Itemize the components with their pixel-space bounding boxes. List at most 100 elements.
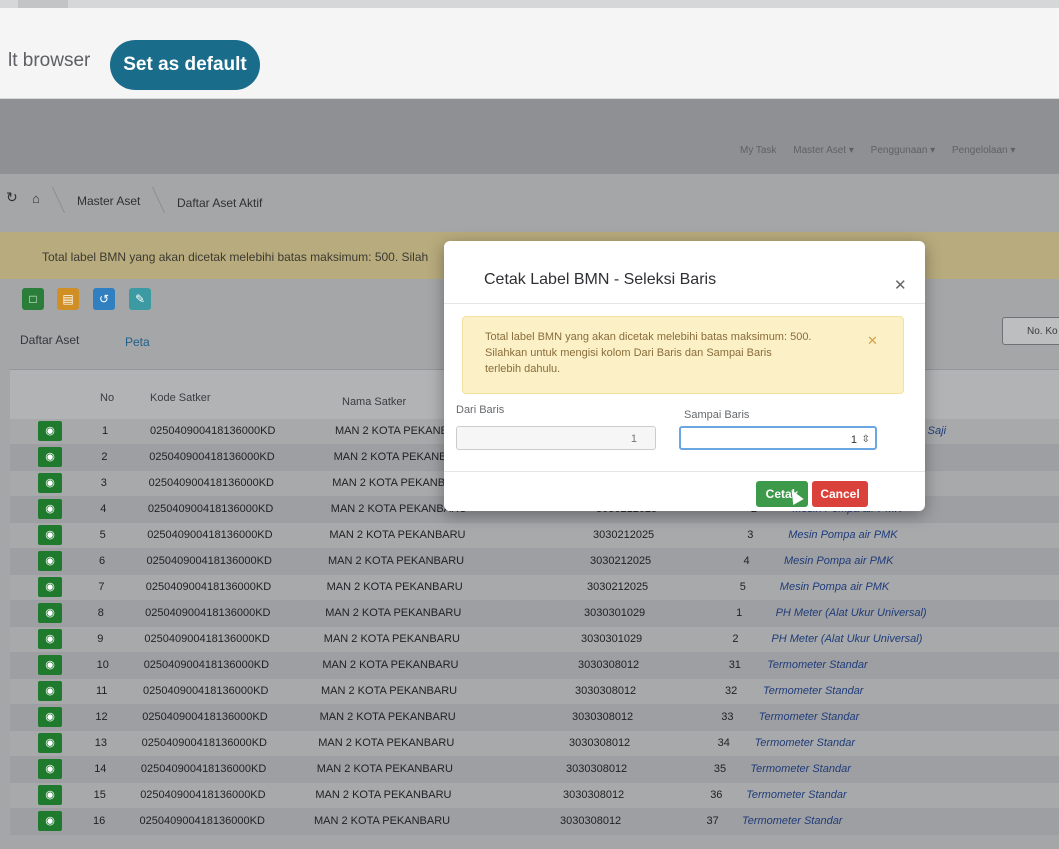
nav-my-task[interactable]: My Task [740,145,777,156]
cell-kode-barang: 3030301029 [581,633,643,645]
nav-penggunaan[interactable]: Penggunaan ▾ [871,145,936,156]
breadcrumb-divider [51,187,66,213]
table-row[interactable]: ◉ 16 025040900418136000KD MAN 2 KOTA PEKANB… [10,809,1059,835]
cetak-label-modal: Cetak Label BMN - Seleksi Baris ✕ Total … [444,241,925,511]
view-icon[interactable]: ◉ [38,447,62,467]
cell-kode-barang: 3030308012 [569,737,631,749]
table-row[interactable]: ◉ 8 025040900418136000KD MAN 2 KOTA PEKANBA… [10,601,1059,627]
view-icon[interactable]: ◉ [38,733,62,753]
edit-button[interactable]: ✎ [129,288,151,310]
view-icon[interactable]: ◉ [38,551,62,571]
cell-kode-satker: 025040900418136000KD [143,659,270,671]
cell-no: 14 [94,763,107,775]
tab-daftar-aset[interactable]: Daftar Aset [20,333,79,347]
cell-nama-satker: MAN 2 KOTA PEKANBARU [319,711,456,723]
view-icon[interactable]: ◉ [38,759,62,779]
nav-pengelolaan[interactable]: Pengelolaan ▾ [952,145,1015,156]
top-strip [0,0,1059,8]
view-icon[interactable]: ◉ [38,785,62,805]
modal-footer-divider [444,471,925,472]
table-row[interactable]: ◉ 10 025040900418136000KD MAN 2 KOTA PEKANB… [10,653,1059,679]
table-row[interactable]: ◉ 11 025040900418136000KD MAN 2 KOTA PEKANB… [10,679,1059,705]
sampai-baris-input[interactable]: 1 ⇳ [679,426,877,450]
cell-no: 3 [100,477,107,489]
home-icon[interactable]: ⌂ [32,191,40,206]
cell-kode-satker: 025040900418136000KD [139,815,265,827]
view-icon[interactable]: ◉ [38,421,62,441]
print-button[interactable]: ▤ [57,288,79,310]
cell-no: 6 [99,555,106,567]
view-icon[interactable]: ◉ [38,707,62,727]
table-row[interactable]: ◉ 13 025040900418136000KD MAN 2 KOTA PEKANB… [10,731,1059,757]
col-nama-satker: Nama Satker [342,396,407,408]
alert-text: Total label BMN yang akan dicetak melebi… [42,250,429,264]
close-icon[interactable]: ✕ [894,276,907,294]
dismiss-warning-icon[interactable]: ✕ [867,333,878,349]
refresh-button[interactable]: ↺ [93,288,115,310]
search-column-input[interactable]: No. Ko [1002,317,1059,345]
export-button[interactable]: □ [22,288,44,310]
table-row[interactable]: ◉ 5 025040900418136000KD MAN 2 KOTA PEKANBA… [10,523,1059,549]
warning-line: terlebih dahulu. [485,363,561,375]
table-row[interactable]: ◉ 6 025040900418136000KD MAN 2 KOTA PEKANBA… [10,549,1059,575]
cell-nama-barang: Termometer Standar [767,659,868,671]
cell-kode-satker: 025040900418136000KD [148,477,274,489]
cell-no: 15 [93,789,106,801]
table-row[interactable]: ◉ 9 025040900418136000KD MAN 2 KOTA PEKANBA… [10,627,1059,653]
cell-nup: 31 [728,659,741,671]
set-default-button[interactable]: Set as default [110,40,260,90]
tab-peta[interactable]: Peta [125,335,150,349]
nav-menu: My Task Master Aset ▾ Penggunaan ▾ Penge… [740,145,1029,156]
dari-baris-input[interactable]: 1 [456,426,656,450]
warning-line: Total label BMN yang akan dicetak melebi… [485,331,812,343]
cell-nama-satker: MAN 2 KOTA PEKANBARU [323,633,460,645]
cell-kode-barang: 3030308012 [563,789,625,801]
view-icon[interactable]: ◉ [38,499,62,519]
view-icon[interactable]: ◉ [38,681,62,701]
table-row[interactable]: ◉ 7 025040900418136000KD MAN 2 KOTA PEKANBA… [10,575,1059,601]
table-row[interactable]: ◉ 15 025040900418136000KD MAN 2 KOTA PEKANB… [10,783,1059,809]
view-icon[interactable]: ◉ [38,577,62,597]
view-icon[interactable]: ◉ [38,655,62,675]
cell-nama-barang: Mesin Pompa air PMK [784,555,894,567]
cell-nama-barang: PH Meter (Alat Ukur Universal) [775,607,927,619]
breadcrumb: ↻ ⌂ Master Aset Daftar Aset Aktif [0,179,1059,219]
cell-nama-satker: MAN 2 KOTA PEKANBARU [325,607,462,619]
spinner-icon[interactable]: ⇳ [862,428,870,452]
view-icon[interactable]: ◉ [38,603,62,623]
cancel-button[interactable]: Cancel [812,481,868,507]
view-icon[interactable]: ◉ [38,629,62,649]
back-icon[interactable]: ↻ [6,189,18,206]
cell-nama-barang: Termometer Standar [742,815,843,827]
cell-no: 1 [102,425,109,437]
cell-nup: 2 [732,633,739,645]
view-icon[interactable]: ◉ [38,811,62,831]
cell-nup: 36 [710,789,723,801]
browser-message: lt browser [8,50,91,71]
navbar: My Task Master Aset ▾ Penggunaan ▾ Penge… [0,99,1059,174]
default-browser-bar: lt browser Set as default [0,8,1059,99]
table-row[interactable]: ◉ 12 025040900418136000KD MAN 2 KOTA PEKANB… [10,705,1059,731]
col-kode-satker: Kode Satker [150,392,211,404]
nav-master-aset[interactable]: Master Aset ▾ [793,145,854,156]
cell-nama-barang: Termometer Standar [754,737,856,749]
view-icon[interactable]: ◉ [38,473,62,493]
breadcrumb-daftar-aset-aktif: Daftar Aset Aktif [177,196,263,210]
breadcrumb-master-aset[interactable]: Master Aset [77,194,140,208]
cell-no: 11 [96,685,108,697]
cell-kode-barang: 3030212025 [587,581,649,593]
cell-kode-satker: 025040900418136000KD [145,581,272,593]
cell-no: 7 [98,581,105,593]
view-icon[interactable]: ◉ [38,525,62,545]
cell-no: 9 [97,633,104,645]
cell-kode-barang: 3030212025 [593,529,655,541]
table-row[interactable]: ◉ 14 025040900418136000KD MAN 2 KOTA PEKANB… [10,757,1059,783]
cell-no: 12 [95,711,108,723]
cell-kode-satker: 025040900418136000KD [147,529,273,541]
cell-no: 16 [93,815,106,827]
warning-line: Silahkan untuk mengisi kolom Dari Baris … [485,347,772,359]
cell-kode-satker: 025040900418136000KD [140,763,267,775]
cell-nama-satker: MAN 2 KOTA PEKANBARU [318,737,455,749]
cell-kode-satker: 025040900418136000KD [146,555,272,567]
cell-no: 13 [94,737,108,749]
